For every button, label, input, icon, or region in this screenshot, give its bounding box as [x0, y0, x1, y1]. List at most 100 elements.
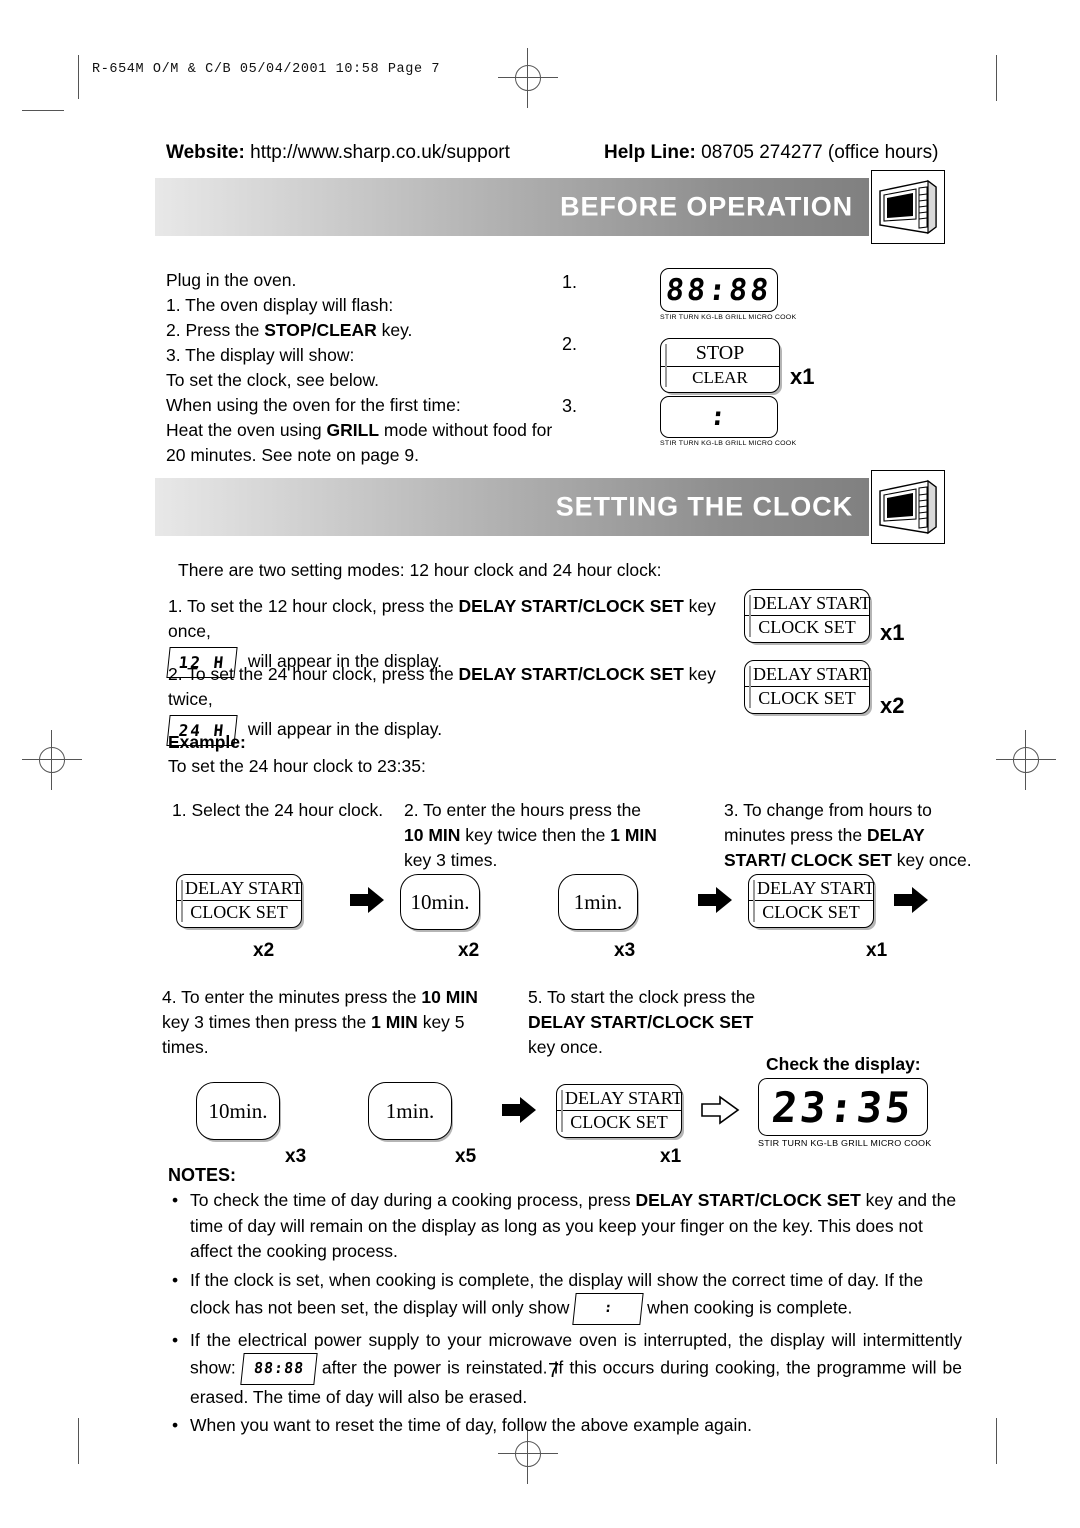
crop-line-br-v: [996, 1418, 997, 1464]
flow1-btn3-count: x3: [614, 940, 636, 961]
flow1-10min-button[interactable]: 10min.: [400, 874, 480, 930]
lcd-display-final: 23:35 STIR TURN KG-LB GRILL MICRO COOK: [758, 1078, 932, 1148]
banner-title-before-operation: BEFORE OPERATION: [560, 191, 853, 222]
print-header: R-654M O/M & C/B 05/04/2001 10:58 Page 7: [92, 62, 441, 77]
flow1-btn2-count: x2: [458, 940, 480, 961]
flow1-delay-start-button-2[interactable]: DELAY START CLOCK SET: [748, 874, 875, 928]
lcd-display-colon: : STIR TURN KG-LB GRILL MICRO COOK: [660, 396, 796, 447]
note-item-1: • To check the time of day during a cook…: [172, 1190, 957, 1261]
delay-start-clock-set-button-x1[interactable]: DELAY START CLOCK SET: [744, 589, 871, 643]
delay-start-count-x2: x2: [880, 693, 905, 718]
flow2-btn1-count: x3: [285, 1146, 307, 1167]
lcd-digits-flash: 88:88: [664, 272, 774, 308]
bo-step-number-2: 2.: [562, 334, 578, 354]
clock-intro-text: There are two setting modes: 12 hour clo…: [178, 560, 662, 580]
flow2-btn3-line1: DELAY START: [557, 1087, 683, 1111]
note-bullet-2: •: [172, 1269, 179, 1290]
stop-clear-button[interactable]: STOP CLEAR: [660, 338, 780, 393]
before-operation-instructions: Plug in the oven. 1. The oven display wi…: [166, 268, 566, 468]
crop-line-tr-v: [996, 55, 997, 101]
lcd-display-flash: 88:88 STIR TURN KG-LB GRILL MICRO COOK: [660, 268, 796, 321]
bo-line-3: 3. The display will show:: [166, 345, 355, 365]
page-number: 7: [548, 1360, 560, 1382]
note-item-2: • If the clock is set, when cooking is c…: [172, 1268, 962, 1325]
helpline-value: 08705 274277 (office hours): [695, 142, 939, 163]
flow2-1min-button[interactable]: 1min.: [368, 1082, 452, 1140]
note-item-4-text: When you want to reset the time of day, …: [190, 1415, 752, 1435]
clock-step-1-a: 1. To set the 12 hour clock, press the: [168, 596, 459, 616]
banner-before-operation: BEFORE OPERATION: [155, 170, 945, 244]
example-step-1-text: Select the 24 hour clock.: [191, 800, 384, 820]
registration-mark-top: [498, 48, 558, 108]
lcd-digits-colon: :: [708, 402, 730, 432]
flow2-delay-start-button[interactable]: DELAY START CLOCK SET: [556, 1084, 683, 1138]
microwave-oven-icon-2: [871, 470, 945, 544]
bo-step-number-1: 1.: [562, 272, 578, 292]
example-step-3: 3. To change from hours to minutes press…: [724, 800, 972, 870]
flow2-btn3-line2: CLOCK SET: [570, 1112, 668, 1132]
flow-arrow-3-icon: [892, 884, 932, 921]
flow1-btn1-line1: DELAY START: [177, 877, 303, 901]
stop-clear-press-count: x1: [790, 364, 815, 389]
flow1-btn4-count: x1: [866, 940, 888, 961]
crop-line-tl-h: [22, 110, 64, 111]
flow2-btn3-count: x1: [660, 1146, 682, 1167]
note-bullet-4: •: [172, 1415, 179, 1435]
flow1-btn2-label: 10min.: [410, 889, 470, 914]
flow2-btn2-label: 1min.: [385, 1098, 435, 1123]
notes-list: • To check the time of day during a cook…: [172, 1188, 962, 1442]
lcd-indicator-row-final: STIR TURN KG-LB GRILL MICRO COOK: [758, 1138, 932, 1148]
clock-set-label-1: CLOCK SET: [758, 617, 856, 637]
flow-arrow-2-icon: [696, 884, 736, 921]
note-item-4: • When you want to reset the time of day…: [172, 1413, 962, 1439]
example-step-4: 4. To enter the minutes press the 10 MIN…: [162, 987, 478, 1057]
flow1-delay-start-button[interactable]: DELAY START CLOCK SET: [176, 874, 303, 928]
microwave-oven-icon-svg: [879, 179, 937, 235]
flow2-btn1-label: 10min.: [208, 1098, 268, 1123]
flow1-btn3-label: 1min.: [573, 889, 623, 914]
note-bullet-3: •: [172, 1329, 179, 1350]
example-step-2: 2. To enter the hours press the 10 MIN k…: [404, 800, 657, 870]
bo-step-number-3: 3.: [562, 396, 578, 416]
bo-line-5: When using the oven for the first time:: [166, 395, 461, 415]
delay-start-clock-set-button-x2[interactable]: DELAY START CLOCK SET: [744, 660, 871, 714]
flow1-btn1-count: x2: [253, 940, 275, 961]
flow-arrow-1-icon: [348, 884, 388, 921]
example-subtitle: To set the 24 hour clock to 23:35:: [168, 756, 426, 776]
registration-mark-right: [996, 730, 1056, 790]
delay-start-count-x1: x1: [880, 620, 905, 645]
bo-line-0: Plug in the oven.: [166, 270, 297, 290]
clock-step-2-d: will appear in the display.: [243, 719, 443, 740]
clock-step-2-key: DELAY START/CLOCK SET: [458, 664, 684, 684]
microwave-oven-icon-svg-2: [879, 479, 937, 535]
stop-clear-button-line2: CLEAR: [692, 368, 748, 387]
lcd-inline-8888: 88:88: [240, 1353, 318, 1385]
example-step-1: 1. Select the 24 hour clock.: [172, 798, 387, 823]
lcd-inline-colon: :: [572, 1293, 644, 1325]
bo-line-4: To set the clock, see below.: [166, 370, 380, 390]
bo-line-6: Heat the oven using GRILL mode without f…: [166, 420, 553, 440]
flow2-10min-button[interactable]: 10min.: [196, 1082, 280, 1140]
note-item-3: • If the electrical power supply to your…: [172, 1329, 963, 1407]
clock-step-2: 2. To set the 24 hour clock, press the D…: [166, 662, 728, 746]
flow-arrow-hollow-icon: [700, 1094, 742, 1131]
flow-arrow-4-icon: [500, 1094, 540, 1131]
clock-set-label-2: CLOCK SET: [758, 688, 856, 708]
note-bullet-1: •: [172, 1190, 179, 1210]
bo-line-2: 2. Press the STOP/CLEAR key.: [166, 320, 413, 340]
flow1-1min-button[interactable]: 1min.: [558, 874, 638, 930]
flow1-btn4-line1: DELAY START: [749, 877, 875, 901]
bo-line-1: 1. The oven display will flash:: [166, 295, 394, 315]
check-display-label: Check the display:: [766, 1054, 921, 1074]
notes-title: NOTES:: [168, 1165, 237, 1185]
manual-page: R-654M O/M & C/B 05/04/2001 10:58 Page 7…: [0, 0, 1080, 1528]
lcd-screen-colon: :: [660, 396, 778, 438]
flow1-btn1-line2: CLOCK SET: [190, 902, 288, 922]
website-line: Website: http://www.sharp.co.uk/support: [166, 142, 510, 164]
registration-mark-left: [22, 730, 82, 790]
helpline-line: Help Line: 08705 274277 (office hours): [604, 142, 938, 164]
example-step-1-num: 1.: [172, 800, 187, 820]
lcd-screen-final: 23:35: [758, 1078, 928, 1136]
website-value: http://www.sharp.co.uk/support: [244, 142, 510, 163]
banner-setting-the-clock: SETTING THE CLOCK: [155, 470, 945, 544]
